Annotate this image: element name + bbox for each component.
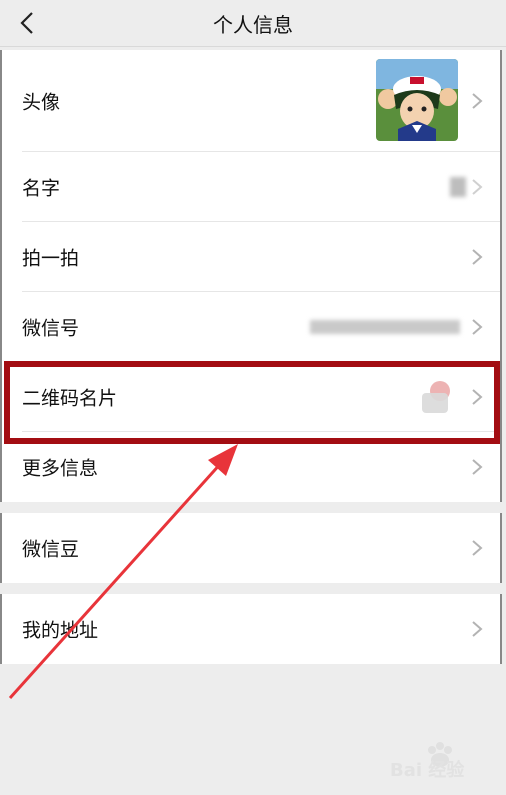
baidu-watermark: Bai 经验 bbox=[390, 738, 490, 782]
annotation-arrow-icon bbox=[8, 444, 238, 700]
watermark-text: Bai 经验 bbox=[390, 760, 465, 781]
